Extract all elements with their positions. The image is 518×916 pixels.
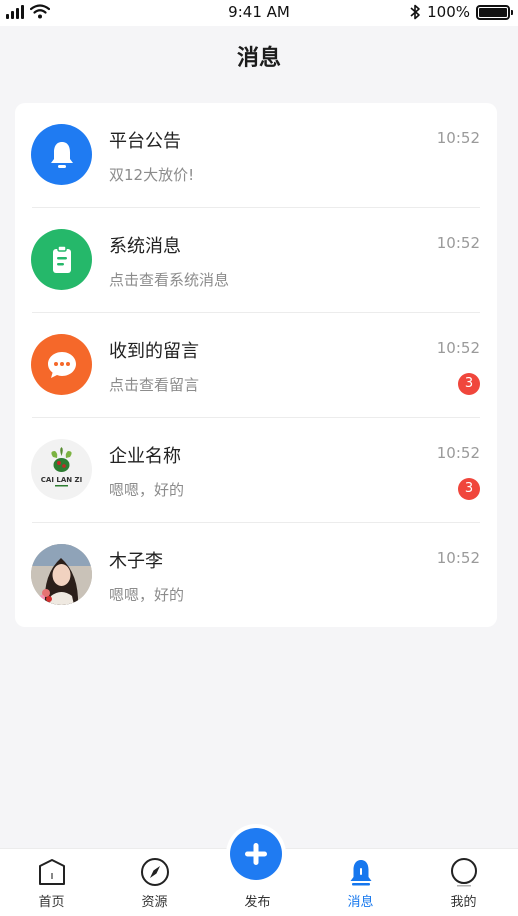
message-preview: 双12大放价!: [109, 166, 195, 184]
message-title: 系统消息: [109, 236, 181, 257]
tab-label: 消息: [347, 895, 374, 910]
tab-resources[interactable]: 资源: [103, 849, 206, 916]
tab-label: 发布: [244, 895, 271, 910]
bell-icon: [31, 124, 92, 185]
message-title: 企业名称: [109, 446, 181, 467]
message-title: 平台公告: [109, 131, 181, 152]
message-time: 10:52: [436, 129, 480, 147]
message-preview: 嗯嗯，好的: [109, 586, 185, 604]
message-title: 收到的留言: [109, 341, 199, 362]
battery-percentage: 100%: [427, 3, 470, 21]
tab-home[interactable]: 首页: [0, 849, 103, 916]
unread-badge: 3: [458, 478, 480, 500]
publish-button[interactable]: [226, 824, 286, 884]
company-logo-text: CAI LAN ZI: [41, 476, 82, 484]
status-bar: 9:41 AM 100%: [0, 0, 518, 26]
message-preview: 嗯嗯，好的: [109, 481, 185, 499]
message-item-company[interactable]: CAI LAN ZI 企业名称 嗯嗯，好的 10:52 3: [15, 418, 497, 523]
message-title: 木子李: [109, 551, 163, 572]
navigation-bar: 消息: [0, 26, 518, 88]
message-item-received-comments[interactable]: 收到的留言 点击查看留言 10:52 3: [15, 313, 497, 418]
tab-label: 资源: [141, 895, 168, 910]
user-avatar: [31, 544, 92, 605]
chat-bubble-icon: [31, 334, 92, 395]
clipboard-icon: [31, 229, 92, 290]
page-title: 消息: [236, 46, 281, 71]
message-item-platform-announcement[interactable]: 平台公告 双12大放价! 10:52: [15, 103, 497, 208]
message-time: 10:52: [436, 549, 480, 567]
tab-messages[interactable]: 消息: [309, 849, 412, 916]
message-time: 10:52: [436, 444, 480, 462]
message-preview: 点击查看系统消息: [109, 271, 230, 289]
tab-profile[interactable]: 我的: [412, 849, 515, 916]
message-preview: 点击查看留言: [109, 376, 200, 394]
bell-icon: [350, 860, 372, 886]
message-item-system[interactable]: 系统消息 点击查看系统消息 10:52: [15, 208, 497, 313]
tab-label: 首页: [38, 895, 65, 910]
profile-icon: [451, 858, 477, 887]
home-icon: [39, 859, 65, 885]
tab-label: 我的: [450, 895, 477, 910]
compass-icon: [141, 858, 169, 886]
plus-icon: [245, 843, 267, 865]
unread-badge: 3: [458, 373, 480, 395]
message-time: 10:52: [436, 339, 480, 357]
message-list: 平台公告 双12大放价! 10:52 系统消息 点击查看系统消息 10:52 收…: [15, 103, 497, 627]
message-time: 10:52: [436, 234, 480, 252]
status-right: 100%: [409, 3, 513, 21]
bluetooth-icon: [410, 4, 420, 20]
battery-icon: [476, 4, 513, 20]
message-item-user[interactable]: 木子李 嗯嗯，好的 10:52: [15, 523, 497, 628]
company-logo: CAI LAN ZI: [31, 439, 92, 500]
